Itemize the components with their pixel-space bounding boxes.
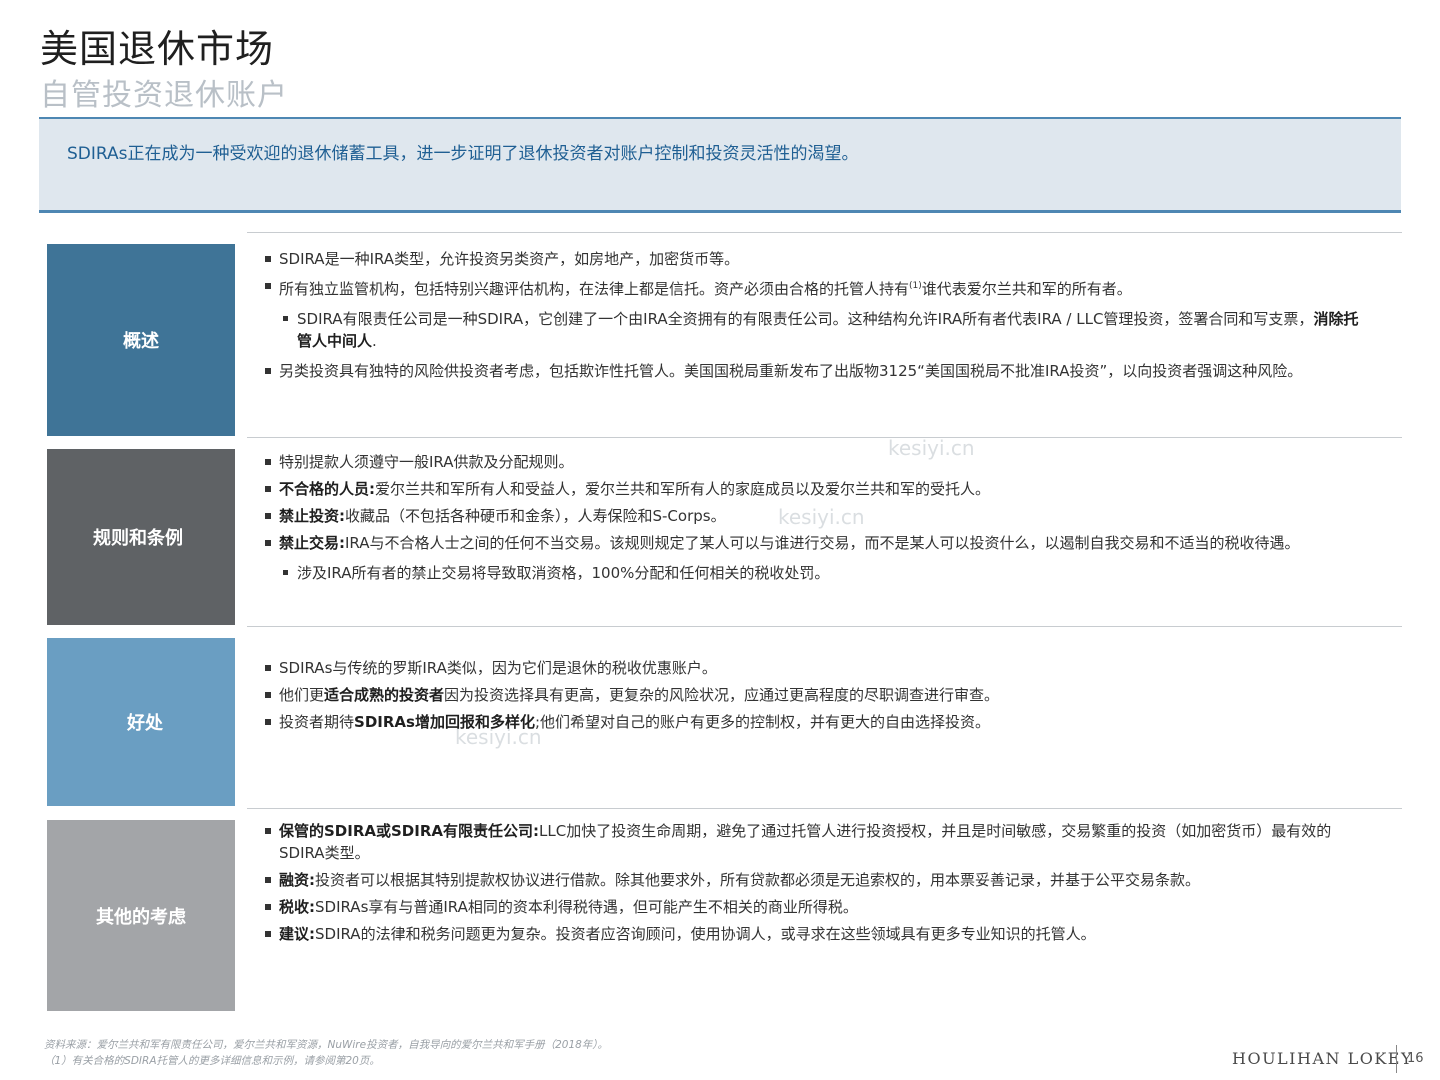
section-label-other: 其他的考虑 [47,820,235,1011]
list-item: 不合格的人员:爱尔兰共和军所有人和受益人，爱尔兰共和军所有人的家庭成员以及爱尔兰… [263,478,1362,500]
list-item: SDIRAs与传统的罗斯IRA类似，因为它们是退休的税收优惠账户。 [263,657,1362,679]
section-benefits: 好处 SDIRAs与传统的罗斯IRA类似，因为它们是退休的税收优惠账户。 他们更… [47,626,1402,806]
divider [247,808,1402,809]
divider [1396,1045,1397,1073]
list-item: 建议:SDIRA的法律和税务问题更为复杂。投资者应咨询顾问，使用协调人，或寻求在… [263,923,1362,945]
list-item: 他们更适合成熟的投资者因为投资选择具有更高，更复杂的风险状况，应通过更高程度的尽… [263,684,1362,706]
banner-text: SDIRAs正在成为一种受欢迎的退休储蓄工具，进一步证明了退休投资者对账户控制和… [67,144,859,164]
list-item: SDIRA是一种IRA类型，允许投资另类资产，如房地产，加密货币等。 [263,248,1362,270]
list-item: 特别提款人须遵守一般IRA供款及分配规则。 [263,451,1362,473]
page-subtitle: 自管投资退休账户 [40,78,288,113]
section-other: 其他的考虑 保管的SDIRA或SDIRA有限责任公司:LLC加快了投资生命周期，… [47,808,1402,1011]
footer-notes: 资料来源：爱尔兰共和军有限责任公司，爱尔兰共和军资源，NuWire投资者，自我导… [44,1037,608,1069]
section-label-benefits: 好处 [47,638,235,806]
list-item: 所有独立监管机构，包括特别兴趣评估机构，在法律上都是信托。资产必须由合格的托管人… [263,275,1362,300]
list-item: 税收:SDIRAs享有与普通IRA相同的资本利得税待遇，但可能产生不相关的商业所… [263,896,1362,918]
watermark: kesiyi.cn [888,436,975,460]
section-label-overview: 概述 [47,244,235,436]
section-label-rules: 规则和条例 [47,449,235,625]
footer-source: 资料来源：爱尔兰共和军有限责任公司，爱尔兰共和军资源，NuWire投资者，自我导… [44,1039,609,1051]
brand-logo: HOULIHAN LOKEY [1232,1049,1414,1068]
list-item: 融资:投资者可以根据其特别提款权协议进行借款。除其他要求外，所有贷款都必须是无追… [263,869,1362,891]
list-item: 禁止交易:IRA与不合格人士之间的任何不当交易。该规则规定了某人可以与谁进行交易… [263,532,1362,554]
list-item: 另类投资具有独特的风险供投资者考虑，包括欺诈性托管人。美国国税局重新发布了出版物… [263,360,1362,382]
divider [247,626,1402,627]
section-rules: 规则和条例 特别提款人须遵守一般IRA供款及分配规则。 不合格的人员:爱尔兰共和… [47,437,1402,625]
list-item: 投资者期待SDIRAs增加回报和多样化;他们希望对自己的账户有更多的控制权，并有… [263,711,1362,733]
list-item: 涉及IRA所有者的禁止交易将导致取消资格，100%分配和任何相关的税收处罚。 [263,562,1362,584]
list-item: 保管的SDIRA或SDIRA有限责任公司:LLC加快了投资生命周期，避免了通过托… [263,820,1362,864]
footer-note: （1）有关合格的SDIRA托管人的更多详细信息和示例，请参阅第20页。 [44,1055,380,1067]
list-item: SDIRA有限责任公司是一种SDIRA，它创建了一个由IRA全资拥有的有限责任公… [263,308,1362,352]
divider [247,232,1402,233]
summary-banner: SDIRAs正在成为一种受欢迎的退休储蓄工具，进一步证明了退休投资者对账户控制和… [39,117,1401,213]
divider [247,437,1402,438]
page-title: 美国退休市场 [40,27,275,71]
section-overview: 概述 SDIRA是一种IRA类型，允许投资另类资产，如房地产，加密货币等。 所有… [47,232,1402,436]
watermark: kesiyi.cn [778,505,865,529]
page-number: 16 [1407,1051,1424,1066]
watermark: kesiyi.cn [455,725,542,749]
